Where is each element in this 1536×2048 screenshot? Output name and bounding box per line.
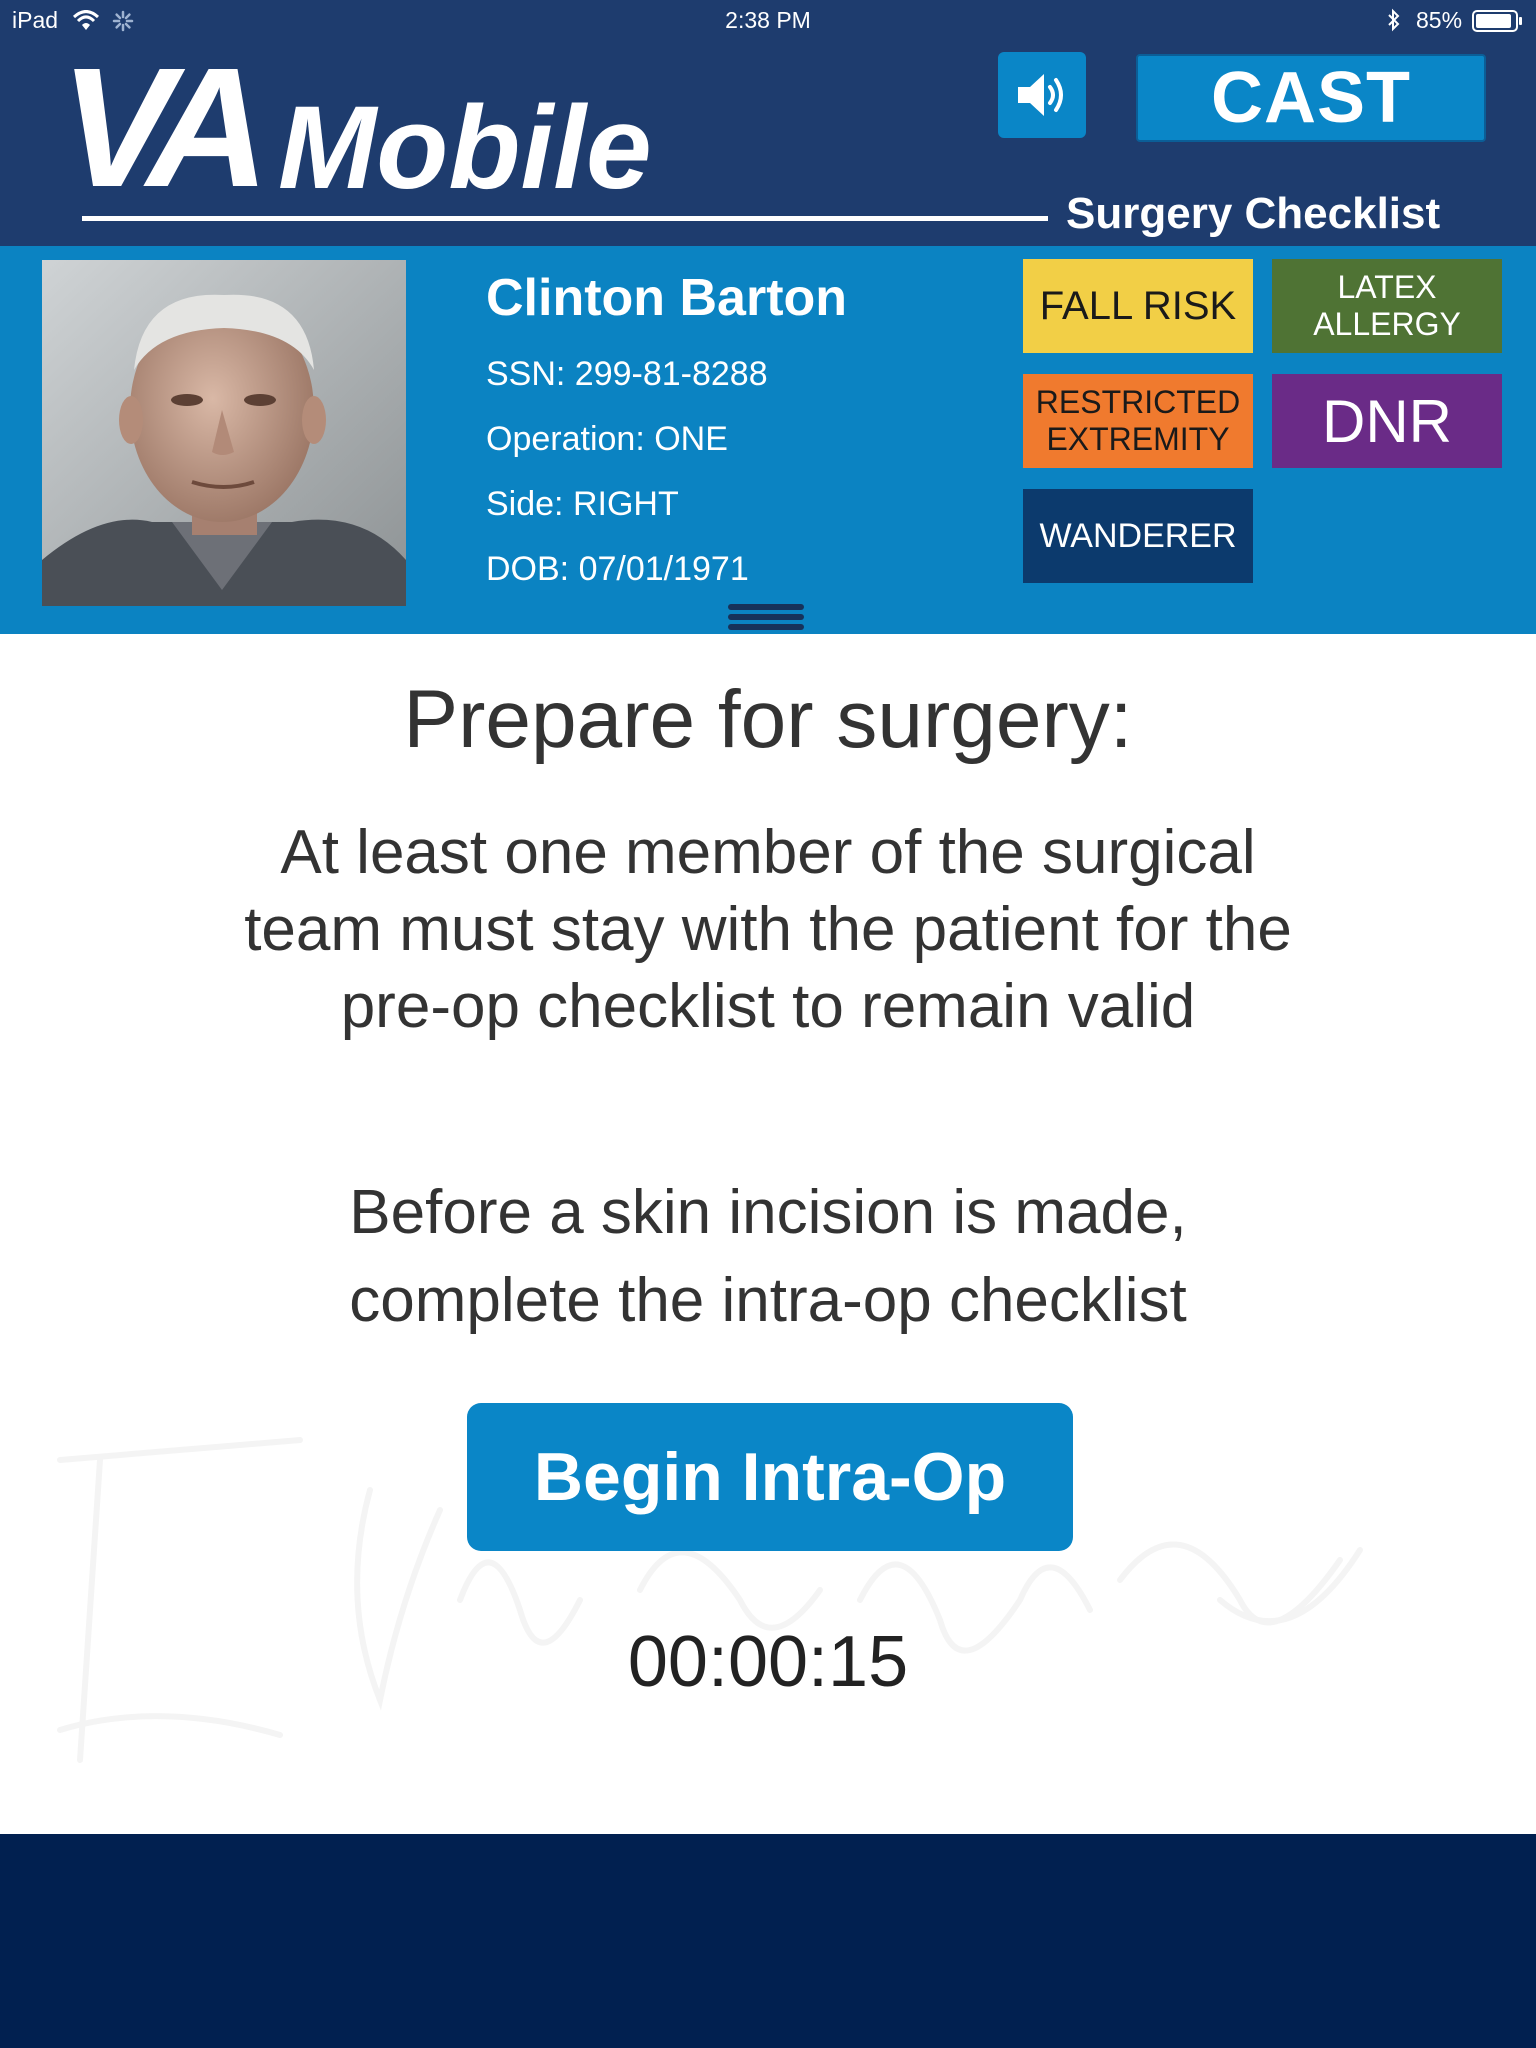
battery-icon: [1472, 10, 1522, 32]
instruction-line: At least one member of the surgical: [280, 818, 1256, 887]
patient-side: Side: RIGHT: [486, 485, 679, 523]
begin-intra-op-button[interactable]: Begin Intra-Op: [467, 1403, 1073, 1551]
elapsed-timer: 00:00:15: [627, 1622, 909, 1702]
drag-handle-icon[interactable]: [726, 602, 806, 632]
patient-operation: Operation: ONE: [486, 420, 728, 458]
latex-allergy-line2: ALLERGY: [1313, 306, 1461, 342]
bluetooth-icon: [1388, 8, 1400, 32]
wanderer-badge[interactable]: WANDERER: [1023, 489, 1253, 583]
latex-allergy-badge[interactable]: LATEX ALLERGY: [1272, 259, 1502, 353]
patient-dob: DOB: 07/01/1971: [486, 550, 749, 588]
page-heading: Prepare for surgery:: [403, 674, 1133, 765]
patient-name: Clinton Barton: [486, 269, 848, 327]
dnr-badge[interactable]: DNR: [1272, 374, 1502, 468]
restricted-extremity-line2: EXTREMITY: [1046, 421, 1230, 457]
instruction-line: team must stay with the patient for the: [244, 895, 1292, 964]
restricted-extremity-line1: RESTRICTED: [1035, 384, 1241, 420]
latex-allergy-line1: LATEX: [1337, 269, 1437, 305]
logo-underline: [82, 216, 1048, 221]
battery-percentage: 85%: [1416, 7, 1463, 33]
sound-button[interactable]: [998, 52, 1086, 138]
footer-bar: [0, 1834, 1536, 2048]
instruction-line: complete the intra-op checklist: [349, 1266, 1187, 1335]
speaker-volume-icon: [1018, 74, 1063, 116]
status-time: 2:38 PM: [725, 7, 811, 33]
app-header: iPad 2:38 PM 85% VA Mobile Surgery Check…: [0, 0, 1536, 246]
fall-risk-badge[interactable]: FALL RISK: [1023, 259, 1253, 353]
va-mobile-logo: VA Mobile: [60, 46, 652, 206]
instruction-line: pre-op checklist to remain valid: [340, 972, 1196, 1041]
cast-button[interactable]: CAST: [1136, 54, 1486, 142]
page-subtitle: Surgery Checklist: [1066, 189, 1441, 238]
instruction-line: Before a skin incision is made,: [349, 1178, 1187, 1247]
restricted-extremity-badge[interactable]: RESTRICTED EXTREMITY: [1023, 374, 1253, 468]
patient-photo: [42, 260, 406, 606]
logo-text-mobile: Mobile: [278, 82, 652, 206]
patient-ssn: SSN: 299-81-8288: [486, 355, 768, 393]
logo-text-va: VA: [60, 46, 258, 206]
